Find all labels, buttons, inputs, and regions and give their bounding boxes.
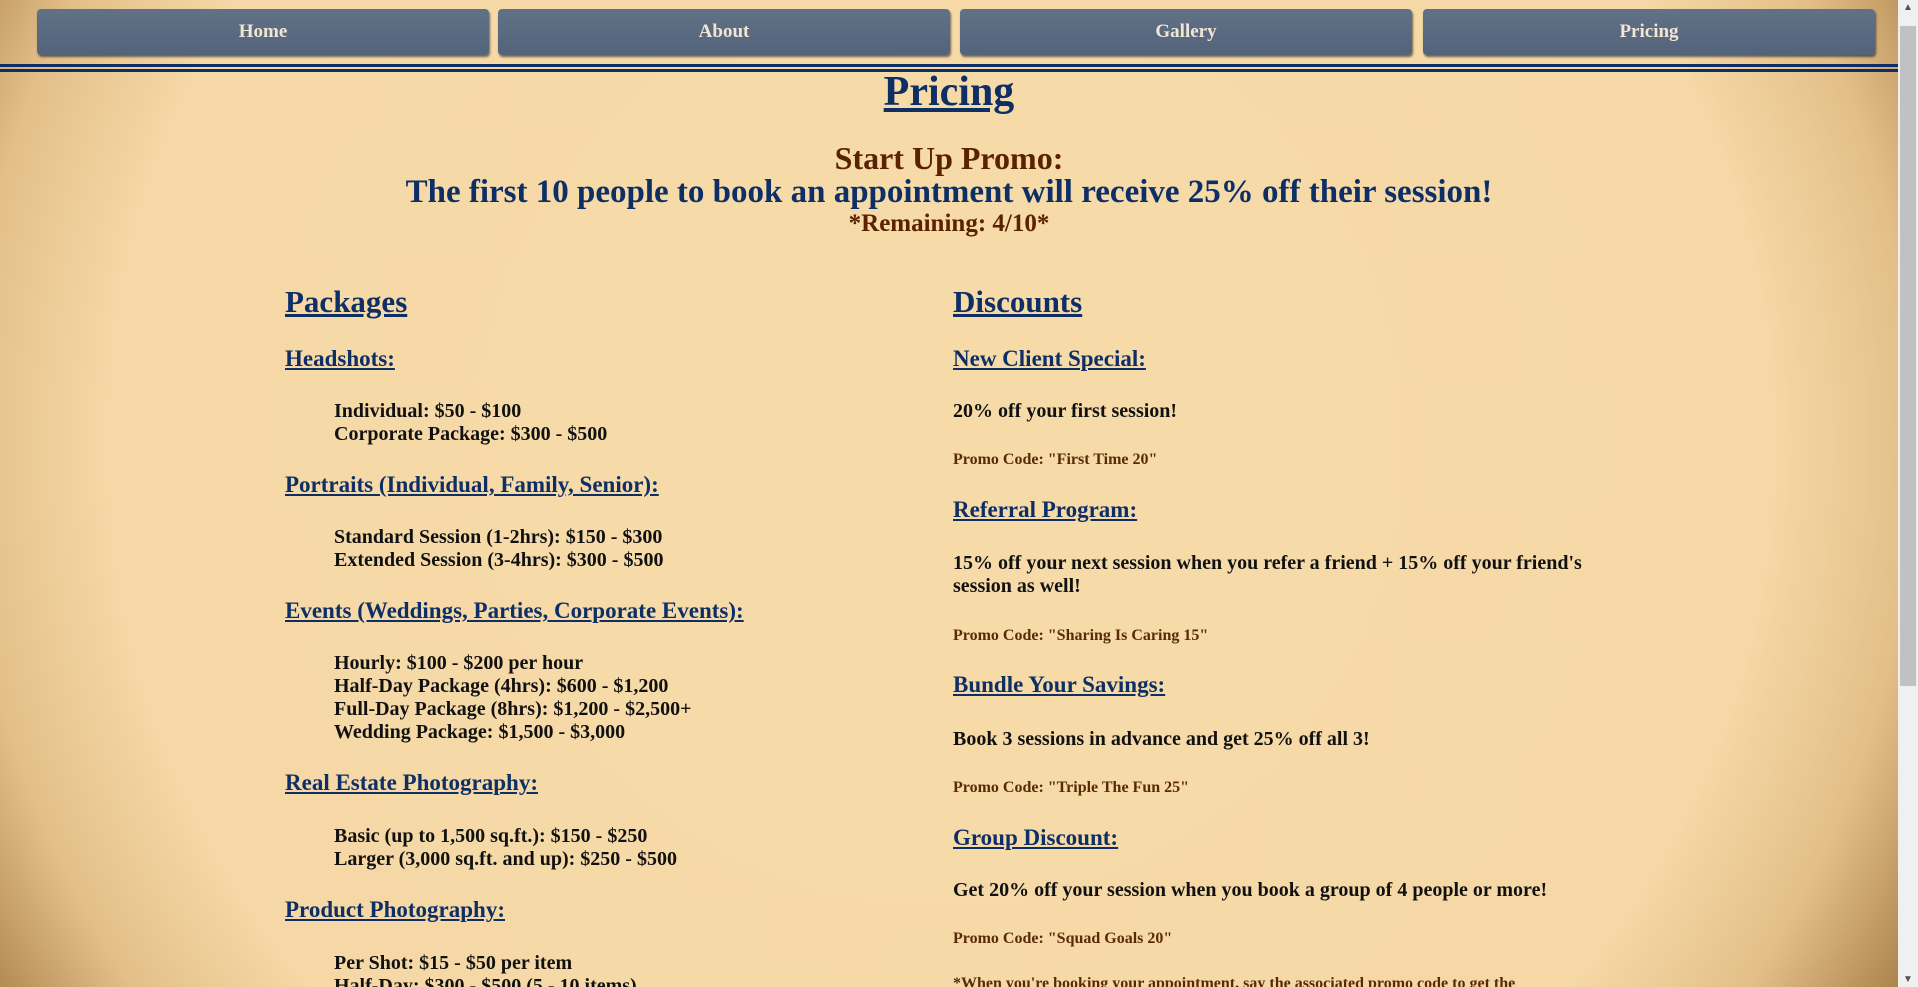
discount-text: Get 20% off your session when you book a… [953, 879, 1548, 901]
promo-note: *When you're booking your appointment, s… [953, 975, 1516, 987]
scroll-up-icon[interactable]: ▲ [1903, 2, 1913, 13]
package-item: Full-Day Package (8hrs): $1,200 - $2,500… [334, 698, 692, 720]
package-item: Larger (3,000 sq.ft. and up): $250 - $50… [334, 848, 677, 870]
scroll-down-icon[interactable]: ▼ [1903, 974, 1913, 985]
package-item: Individual: $50 - $100 [334, 400, 522, 422]
divider [0, 64, 1898, 67]
promo-code: Promo Code: "Sharing Is Caring 15" [953, 627, 1209, 644]
page: Home About Gallery Pricing Pricing Start… [0, 0, 1898, 987]
package-title[interactable]: Product Photography: [285, 897, 505, 923]
package-item: Per Shot: $15 - $50 per item [334, 952, 573, 974]
package-item: Half-Day Package (4hrs): $600 - $1,200 [334, 675, 669, 697]
discounts-heading: Discounts [953, 284, 1083, 319]
promo-text: The first 10 people to book an appointme… [405, 174, 1493, 210]
discount-title[interactable]: Group Discount: [953, 825, 1118, 851]
package-title[interactable]: Real Estate Photography: [285, 770, 538, 796]
discount-text: Book 3 sessions in advance and get 25% o… [953, 728, 1370, 750]
promo-code: Promo Code: "First Time 20" [953, 451, 1158, 468]
packages-heading: Packages [285, 284, 408, 319]
package-title[interactable]: Headshots: [285, 346, 395, 372]
discount-text: 20% off your first session! [953, 400, 1178, 422]
package-item: Extended Session (3-4hrs): $300 - $500 [334, 549, 664, 571]
scrollbar[interactable]: ▲ ▼ [1898, 0, 1918, 987]
discount-title[interactable]: Bundle Your Savings: [953, 672, 1165, 698]
nav-about[interactable]: About [498, 9, 950, 55]
package-item: Half-Day: $300 - $500 (5 - 10 items) [334, 975, 637, 987]
promo-code: Promo Code: "Squad Goals 20" [953, 930, 1173, 947]
discount-title[interactable]: Referral Program: [953, 497, 1137, 523]
package-item: Corporate Package: $300 - $500 [334, 423, 608, 445]
discount-title[interactable]: New Client Special: [953, 346, 1146, 372]
promo-remaining: *Remaining: 4/10* [848, 210, 1050, 237]
nav-pricing[interactable]: Pricing [1423, 9, 1875, 55]
promo-code: Promo Code: "Triple The Fun 25" [953, 779, 1189, 796]
package-title[interactable]: Events (Weddings, Parties, Corporate Eve… [285, 598, 744, 624]
page-title: Pricing [883, 69, 1015, 115]
nav-home[interactable]: Home [37, 9, 489, 55]
package-title[interactable]: Portraits (Individual, Family, Senior): [285, 472, 659, 498]
nav-gallery[interactable]: Gallery [960, 9, 1412, 55]
discount-text: 15% off your next session when you refer… [953, 552, 1582, 597]
scrollbar-thumb[interactable] [1900, 26, 1916, 686]
package-item: Basic (up to 1,500 sq.ft.): $150 - $250 [334, 825, 648, 847]
promo-heading: Start Up Promo: [834, 140, 1064, 176]
package-item: Wedding Package: $1,500 - $3,000 [334, 721, 626, 743]
package-item: Standard Session (1-2hrs): $150 - $300 [334, 526, 663, 548]
package-item: Hourly: $100 - $200 per hour [334, 652, 584, 674]
